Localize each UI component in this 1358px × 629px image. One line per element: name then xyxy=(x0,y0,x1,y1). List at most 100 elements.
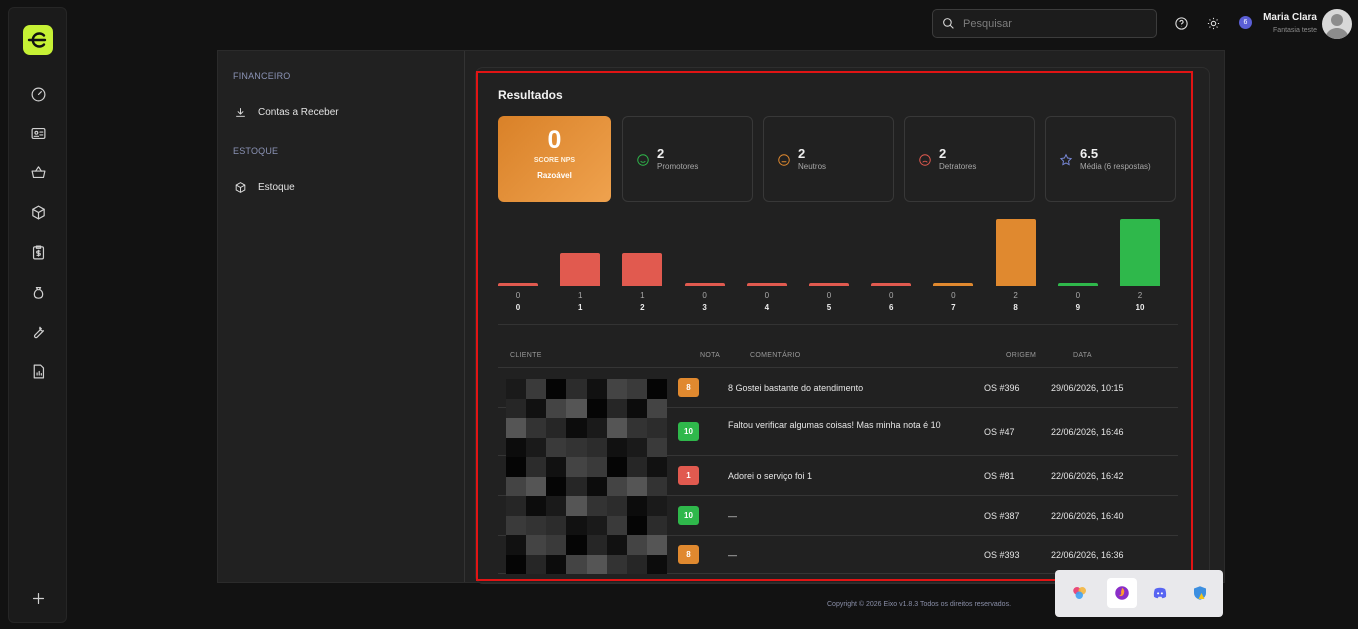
chart-category-label: 8 xyxy=(1013,303,1018,312)
redaction-cell xyxy=(546,437,567,457)
redaction-cell xyxy=(646,554,667,574)
redaction-cell xyxy=(626,379,647,399)
redaction-cell xyxy=(526,535,547,555)
redaction-cell xyxy=(626,398,647,418)
redaction-cell xyxy=(606,496,627,516)
chart-category-label: 3 xyxy=(702,303,707,312)
origin-cell[interactable]: OS #387 xyxy=(984,509,1020,523)
report-icon[interactable] xyxy=(29,362,47,380)
origin-cell[interactable]: OS #47 xyxy=(984,425,1015,439)
app-rail xyxy=(8,7,67,623)
redaction-cell xyxy=(546,535,567,555)
neutral-face-icon xyxy=(777,153,791,167)
user-name[interactable]: Maria Clara xyxy=(1263,12,1317,23)
redaction-cell xyxy=(586,418,607,438)
nota-badge: 10 xyxy=(678,506,699,525)
redaction-cell xyxy=(606,379,627,399)
redaction-cell xyxy=(506,496,527,516)
chart-bar xyxy=(933,283,974,286)
redaction-cell xyxy=(546,515,567,535)
redaction-cell xyxy=(506,437,527,457)
redaction-cell xyxy=(566,554,587,574)
id-card-icon[interactable] xyxy=(29,124,47,142)
section-financeiro: FINANCEIRO xyxy=(233,71,291,81)
redaction-cell xyxy=(626,418,647,438)
redaction-cell xyxy=(646,457,667,477)
chart-bar-count: 1 xyxy=(640,291,645,300)
nota-badge: 1 xyxy=(678,466,699,485)
chart-bar-count: 0 xyxy=(951,291,956,300)
chart-bar-count: 0 xyxy=(826,291,832,300)
avatar[interactable] xyxy=(1322,9,1352,39)
app-firefox-icon[interactable] xyxy=(1107,578,1137,608)
origin-cell[interactable]: OS #81 xyxy=(984,469,1015,483)
chart-category-label: 4 xyxy=(764,303,770,312)
redaction-cell xyxy=(586,515,607,535)
redaction-cell xyxy=(526,418,547,438)
comment-cell: 8 Gostei bastante do atendimento xyxy=(728,383,864,393)
chart-category-label: 9 xyxy=(1075,303,1081,312)
chart-bar-count: 0 xyxy=(1075,291,1081,300)
stat-neutros: 2 Neutros xyxy=(763,116,894,202)
redaction-cell xyxy=(526,476,547,496)
origin-cell[interactable]: OS #396 xyxy=(984,381,1020,395)
box-icon[interactable] xyxy=(29,203,47,221)
redaction-cell xyxy=(526,437,547,457)
money-bag-icon[interactable] xyxy=(29,283,47,301)
chart-bar xyxy=(746,283,787,286)
redaction-cell xyxy=(626,515,647,535)
redaction-cell xyxy=(526,515,547,535)
nps-score-rating: Razoável xyxy=(537,171,572,180)
chart-bar-count: 0 xyxy=(515,291,521,300)
redaction-cell xyxy=(506,457,527,477)
nota-badge: 8 xyxy=(678,378,699,397)
app-security-warning-icon[interactable] xyxy=(1187,580,1213,606)
notification-badge[interactable]: 6 xyxy=(1239,16,1252,29)
redaction-cell xyxy=(566,476,587,496)
dashboard-icon[interactable] xyxy=(29,85,47,103)
app-logo[interactable] xyxy=(23,25,53,55)
redaction-cell xyxy=(606,398,627,418)
redacted-client-names xyxy=(506,379,667,574)
section-estoque: ESTOQUE xyxy=(233,146,279,156)
chart-bar-count: 0 xyxy=(702,291,707,300)
redaction-cell xyxy=(566,437,587,457)
chart-bar-count: 2 xyxy=(1013,291,1018,300)
stat-label: Média (6 respostas) xyxy=(1080,162,1151,171)
redaction-cell xyxy=(506,554,527,574)
chart-bar xyxy=(498,283,538,286)
nav-contas-a-receber[interactable]: Contas a Receber xyxy=(234,106,339,119)
help-icon[interactable] xyxy=(1173,15,1189,31)
nps-score-card: 0 SCORE NPS Razoável xyxy=(498,116,611,202)
chart-category-label: 10 xyxy=(1135,303,1145,312)
chart-bar-count: 0 xyxy=(764,291,770,300)
nps-score-label: SCORE NPS xyxy=(533,157,576,164)
wrench-icon[interactable] xyxy=(29,322,47,340)
app-color-icon[interactable] xyxy=(1067,580,1093,606)
clipboard-dollar-icon[interactable] xyxy=(29,243,47,261)
nav-label: Estoque xyxy=(258,182,295,193)
app-discord-icon[interactable] xyxy=(1147,580,1173,606)
redaction-cell xyxy=(606,437,627,457)
user-company: Fantasia teste xyxy=(1273,27,1317,34)
redaction-cell xyxy=(526,554,547,574)
plus-icon[interactable] xyxy=(29,589,47,607)
search-box[interactable] xyxy=(932,9,1157,38)
redaction-cell xyxy=(566,379,587,399)
redaction-cell xyxy=(566,496,587,516)
chart-bar xyxy=(1120,219,1160,286)
redaction-cell xyxy=(506,398,527,418)
search-input[interactable] xyxy=(963,17,1143,30)
origin-cell[interactable]: OS #393 xyxy=(984,548,1020,562)
nav-estoque[interactable]: Estoque xyxy=(234,181,295,194)
theme-sun-icon[interactable] xyxy=(1205,15,1221,31)
chart-bar xyxy=(622,252,663,286)
basket-icon[interactable] xyxy=(29,163,47,181)
redaction-cell xyxy=(526,398,547,418)
chart-category-label: 5 xyxy=(826,303,832,312)
main-panel: FINANCEIRO Contas a Receber ESTOQUE Esto… xyxy=(217,50,1225,584)
redaction-cell xyxy=(606,554,627,574)
redaction-cell xyxy=(586,437,607,457)
comment-cell: — xyxy=(728,550,737,560)
redaction-cell xyxy=(506,476,527,496)
